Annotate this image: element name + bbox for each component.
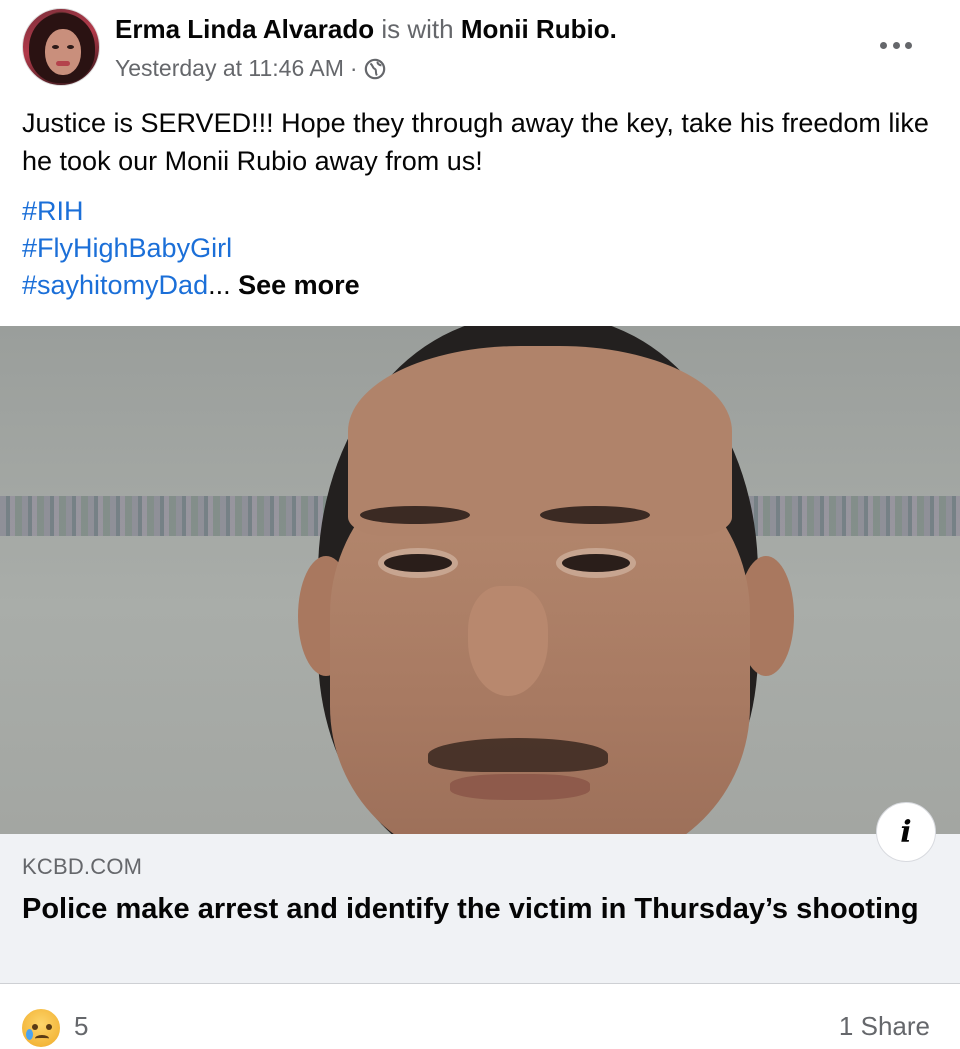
- link-domain: KCBD.COM: [22, 854, 143, 879]
- author-avatar[interactable]: [22, 8, 100, 86]
- link-preview-image[interactable]: [0, 326, 960, 834]
- see-more-link[interactable]: See more: [238, 270, 360, 300]
- link-preview-card[interactable]: KCBD.COM Police make arrest and identify…: [0, 834, 960, 984]
- period: .: [609, 14, 617, 44]
- sad-reaction-icon[interactable]: [20, 1007, 62, 1049]
- link-title: Police make arrest and identify the vict…: [22, 893, 919, 925]
- reaction-count[interactable]: 5: [74, 1011, 88, 1042]
- tagged-person[interactable]: Monii Rubio: [461, 14, 610, 44]
- info-icon[interactable]: i: [876, 802, 936, 862]
- post-footer: 5 1 Share: [0, 985, 960, 1049]
- meta-separator: ·: [349, 55, 358, 81]
- hashtag-sayhitomydad[interactable]: #sayhitomyDad: [22, 270, 208, 300]
- post-header: Erma Linda Alvarado is with Monii Rubio.…: [0, 0, 960, 100]
- post-timestamp[interactable]: Yesterday at 11:46 AM: [115, 55, 344, 82]
- globe-icon: [364, 58, 385, 79]
- share-count[interactable]: 1 Share: [839, 1011, 930, 1042]
- post-body-text: Justice is SERVED!!! Hope they through a…: [22, 108, 929, 176]
- more-horizontal-icon[interactable]: [876, 30, 916, 60]
- hashtag-rih[interactable]: #RIH: [22, 193, 360, 230]
- author-line: Erma Linda Alvarado is with Monii Rubio.: [115, 14, 617, 45]
- author-name[interactable]: Erma Linda Alvarado: [115, 14, 374, 44]
- ellipsis: ...: [208, 270, 231, 300]
- hashtag-list: #RIH #FlyHighBabyGirl #sayhitomyDad... S…: [22, 193, 360, 304]
- hashtag-flyhighbabygirl[interactable]: #FlyHighBabyGirl: [22, 230, 360, 267]
- post-meta: Yesterday at 11:46 AM ·: [115, 55, 386, 82]
- with-text: is with: [381, 14, 454, 44]
